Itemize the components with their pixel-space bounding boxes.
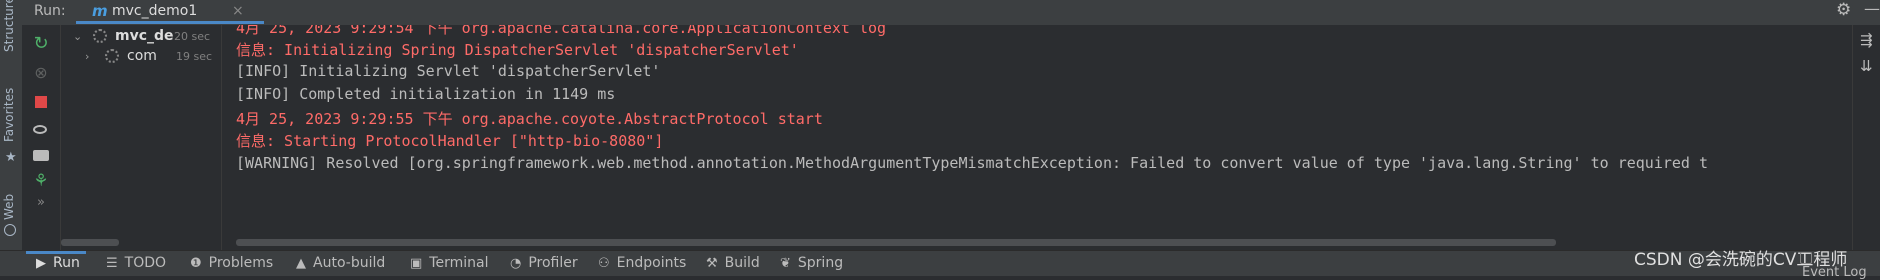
bottom-tab-auto-build[interactable]: ▲ Auto-build: [296, 255, 385, 275]
right-toolbar: ⇶ ⇊: [1852, 25, 1880, 250]
console-output[interactable]: 4月 25, 2023 9:29:54 下午 org.apache.catali…: [222, 25, 1852, 250]
tab-label: Run: [53, 255, 80, 271]
tab-label: Auto-build: [313, 255, 386, 271]
pin-icon[interactable]: ⚘: [32, 171, 50, 191]
profiler-icon: ◔: [510, 256, 522, 271]
minimize-icon[interactable]: —: [1864, 0, 1880, 18]
tab-label: TODO: [124, 255, 167, 271]
console-line: [WARNING] Resolved [org.springframework.…: [236, 154, 1709, 172]
rerun-icon[interactable]: ↻: [32, 33, 50, 54]
console-line: 4月 25, 2023 9:29:55 下午 org.apache.coyote…: [236, 110, 823, 128]
tab-label: Endpoints: [616, 255, 687, 271]
stop-icon[interactable]: [35, 96, 47, 108]
tab-label: Terminal: [429, 255, 489, 271]
close-icon[interactable]: ×: [232, 3, 244, 19]
bottom-tab-run[interactable]: ▶ Run: [36, 255, 80, 275]
console-line: [INFO] Completed initialization in 1149 …: [236, 85, 616, 103]
gear-icon[interactable]: ⚙: [1836, 0, 1851, 20]
globe-icon: [4, 224, 16, 236]
bottom-tab-profiler[interactable]: ◔ Profiler: [510, 255, 578, 275]
tab-label: Spring: [797, 255, 844, 271]
left-tool-strip: Structure Favorites ★ Web: [0, 0, 23, 250]
run-label: Run:: [34, 3, 66, 19]
run-tab-mvc-demo1[interactable]: m mvc_demo1 ×: [76, 0, 264, 24]
console-line: 4月 25, 2023 9:29:54 下午 org.apache.catali…: [236, 25, 887, 37]
tree-item-mvc-demo[interactable]: ⌄ mvc_de 20 sec: [61, 27, 221, 47]
list-icon: ☰: [106, 256, 118, 271]
endpoints-icon: ⚇: [598, 256, 610, 271]
event-log-button[interactable]: Event Log: [1802, 265, 1867, 280]
active-tab-indicator: [26, 251, 86, 254]
console-horizontal-scrollbar[interactable]: [236, 239, 1556, 246]
problems-icon: ❶: [190, 256, 202, 271]
run-tree-panel: ⌄ mvc_de 20 sec › com 19 sec: [61, 25, 222, 250]
chevron-down-icon[interactable]: ⌄: [73, 30, 82, 43]
more-icon[interactable]: »: [32, 195, 50, 210]
bottom-tab-problems[interactable]: ❶ Problems: [190, 255, 273, 275]
hammer-icon: ⚒: [706, 256, 718, 271]
tree-item-time: 19 sec: [176, 50, 213, 63]
bottom-tab-terminal[interactable]: ▣ Terminal: [410, 255, 488, 275]
bottom-tab-build[interactable]: ⚒ Build: [706, 255, 760, 275]
console-line: [INFO] Initializing Servlet 'dispatcherS…: [236, 62, 661, 80]
rerun-failed-icon[interactable]: ⊗: [32, 63, 50, 82]
tab-label: Build: [724, 255, 760, 271]
camera-icon[interactable]: [33, 150, 49, 161]
run-tab-title: mvc_demo1: [112, 3, 198, 19]
tree-item-time: 20 sec: [174, 30, 211, 43]
tree-item-name: mvc_de: [115, 28, 174, 44]
run-tool-window-header: Run: m mvc_demo1 × ⚙ —: [22, 0, 1880, 26]
bottom-tab-spring[interactable]: ❦ Spring: [780, 255, 843, 275]
bottom-tab-todo[interactable]: ☰ TODO: [106, 255, 166, 275]
tree-horizontal-scrollbar[interactable]: [61, 239, 119, 246]
star-icon: ★: [5, 150, 17, 165]
favorites-tab[interactable]: Favorites: [2, 74, 16, 142]
web-tab[interactable]: Web: [2, 190, 16, 220]
console-line: 信息: Starting ProtocolHandler ["http-bio-…: [236, 132, 664, 150]
spinner-icon: [93, 29, 107, 43]
structure-tab[interactable]: Structure: [2, 0, 16, 52]
run-icon: ▶: [36, 256, 46, 271]
tab-label: Problems: [208, 255, 274, 271]
console-line: 信息: Initializing Spring DispatcherServle…: [236, 41, 799, 59]
bottom-tab-endpoints[interactable]: ⚇ Endpoints: [598, 255, 686, 275]
terminal-icon: ▣: [410, 256, 423, 271]
soft-wrap-icon[interactable]: ⇶: [1860, 31, 1873, 49]
spinner-icon: [105, 49, 119, 63]
bottom-tool-window-bar: ▶ Run ☰ TODO ❶ Problems ▲ Auto-build ▣ Termin…: [0, 250, 1880, 276]
spring-leaf-icon: ❦: [780, 256, 791, 271]
tree-item-com[interactable]: › com 19 sec: [61, 47, 221, 67]
chevron-right-icon[interactable]: ›: [85, 50, 89, 63]
tab-label: Profiler: [528, 255, 578, 271]
run-toolbar: ↻ ⊗ ⚘ »: [22, 25, 61, 250]
eye-icon[interactable]: [33, 125, 47, 134]
tree-item-name: com: [127, 48, 157, 64]
maven-icon: m: [92, 2, 108, 20]
warning-icon: ▲: [296, 256, 306, 271]
event-log-icon: [1800, 252, 1812, 264]
scroll-to-end-icon[interactable]: ⇊: [1860, 57, 1873, 75]
